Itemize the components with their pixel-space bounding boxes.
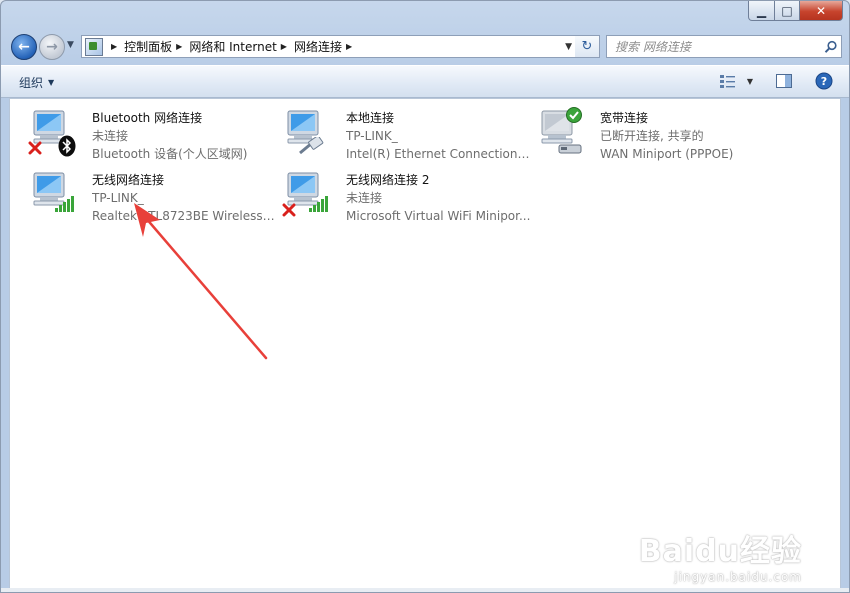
breadcrumb-separator-icon[interactable]: ▶ [281, 42, 287, 51]
connection-device: Bluetooth 设备(个人区域网) [92, 147, 248, 161]
search-box[interactable] [606, 35, 842, 58]
breadcrumb-separator-icon[interactable]: ▶ [111, 42, 117, 51]
connection-name: 无线网络连接 2 [346, 173, 430, 187]
address-bar[interactable]: ▶ 控制面板 ▶ 网络和 Internet ▶ 网络连接 ▶ ▼ [81, 35, 577, 58]
connection-status: 未连接 [92, 129, 129, 143]
close-button[interactable]: ✕ [800, 1, 843, 21]
connection-device: Microsoft Virtual WiFi Minipor... [346, 209, 531, 223]
view-controls: ▼ ? [719, 72, 833, 90]
disconnected-x-icon [282, 203, 296, 220]
search-icon[interactable] [821, 40, 841, 54]
connection-device: Realtek RTL8723BE Wireless L... [92, 209, 278, 223]
bluetooth-icon [58, 135, 76, 160]
baidu-watermark: Baidu经验 jingyan.baidu.com [639, 526, 802, 584]
breadcrumb-separator-icon[interactable]: ▶ [176, 42, 182, 51]
bottom-strip [1, 588, 849, 592]
connected-check-icon [566, 107, 582, 126]
wifi-signal-icon [308, 195, 330, 216]
connection-name: 宽带连接 [600, 111, 649, 125]
network-connections-window: ▁ □ ✕ ← → ▼ ▶ 控制面板 ▶ 网络和 Internet ▶ 网络连接… [0, 0, 850, 593]
organize-label: 组织 [19, 76, 44, 90]
refresh-button[interactable]: ↻ [575, 35, 600, 58]
svg-text:?: ? [821, 75, 827, 88]
preview-pane-icon[interactable] [775, 72, 793, 90]
connections-list: Bluetooth 网络连接 未连接 Bluetooth 设备(个人区域网) 本… [9, 98, 841, 592]
connection-status: 已断开连接, 共享的 [600, 129, 704, 143]
connection-name: 本地连接 [346, 111, 395, 125]
organize-menu-button[interactable]: 组织 ▼ [19, 74, 54, 91]
maximize-button[interactable]: □ [775, 1, 800, 21]
help-icon[interactable]: ? [815, 72, 833, 90]
connection-status: TP-LINK_ [92, 191, 144, 205]
window-caption-buttons: ▁ □ ✕ [748, 1, 843, 21]
watermark-url: jingyan.baidu.com [674, 570, 802, 584]
chevron-down-icon: ▼ [48, 78, 55, 87]
connection-item-local-area[interactable]: 本地连接 TP-LINK_ Intel(R) Ethernet Connecti… [276, 105, 532, 163]
breadcrumb-control-panel[interactable]: 控制面板 [124, 38, 172, 55]
recent-pages-dropdown-icon[interactable]: ▼ [67, 40, 74, 50]
connection-item-broadband[interactable]: 宽带连接 已断开连接, 共享的 WAN Miniport (PPPOE) [530, 105, 780, 163]
navigation-bar: ← → ▼ ▶ 控制面板 ▶ 网络和 Internet ▶ 网络连接 ▶ ▼ ↻ [9, 33, 842, 61]
breadcrumb-network-connections[interactable]: 网络连接 [294, 38, 342, 55]
connection-name: 无线网络连接 [92, 173, 165, 187]
breadcrumb-separator-icon[interactable]: ▶ [346, 42, 352, 51]
connection-item-bluetooth[interactable]: Bluetooth 网络连接 未连接 Bluetooth 设备(个人区域网) [22, 105, 272, 163]
minimize-button[interactable]: ▁ [748, 1, 775, 21]
ethernet-cable-icon [298, 135, 324, 158]
watermark-logo: Baidu经验 [638, 534, 802, 569]
connection-status: TP-LINK_ [346, 129, 398, 143]
back-button[interactable]: ← [11, 34, 37, 60]
disconnected-x-icon [28, 141, 42, 158]
address-history-dropdown-icon[interactable]: ▼ [565, 42, 572, 52]
view-options-dropdown-icon[interactable]: ▼ [747, 77, 753, 86]
wifi-signal-icon [54, 195, 76, 216]
change-view-icon[interactable] [719, 72, 737, 90]
connection-device: Intel(R) Ethernet Connection I2... [346, 147, 532, 161]
search-input[interactable] [607, 37, 821, 56]
command-bar: 组织 ▼ ▼ ? [1, 65, 849, 98]
modem-icon [558, 143, 582, 158]
forward-button[interactable]: → [39, 34, 65, 60]
breadcrumb-network-internet[interactable]: 网络和 Internet [189, 38, 276, 55]
connection-item-wireless[interactable]: 无线网络连接 TP-LINK_ Realtek RTL8723BE Wirele… [22, 167, 278, 225]
connection-name: Bluetooth 网络连接 [92, 111, 203, 125]
connection-item-wireless-2[interactable]: 无线网络连接 2 未连接 Microsoft Virtual WiFi Mini… [276, 167, 530, 225]
control-panel-icon [85, 37, 103, 56]
connection-status: 未连接 [346, 191, 383, 205]
connection-device: WAN Miniport (PPPOE) [600, 147, 734, 161]
